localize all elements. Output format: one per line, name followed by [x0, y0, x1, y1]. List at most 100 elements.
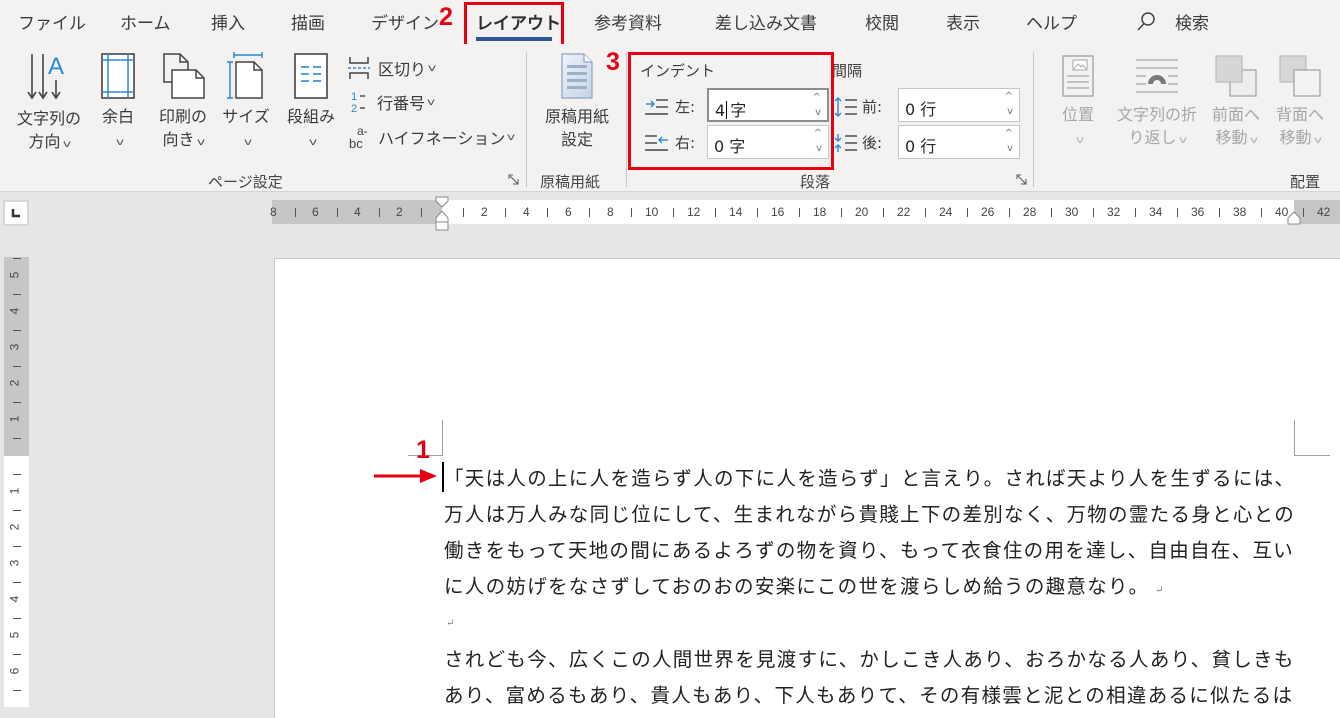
tab-mailings[interactable]: 差し込み文書 [715, 9, 817, 34]
orientation-button[interactable]: 印刷の 向き v [152, 52, 214, 154]
line-numbers-button[interactable]: 12 行番号 v [350, 90, 435, 114]
spacing-before-label: 前: [834, 96, 882, 117]
chevron-down-icon: v [507, 131, 516, 143]
tab-file[interactable]: ファイル [18, 9, 86, 34]
ruler-tick-mark [13, 366, 21, 367]
tab-home[interactable]: ホーム [120, 9, 171, 34]
spacing-before-text: 前: [862, 98, 883, 116]
arrange-group-label: 配置 [1290, 173, 1321, 191]
chevron-down-icon: v [1249, 135, 1258, 146]
tab-review[interactable]: 校閲 [865, 9, 899, 34]
paragraph-group-label: 段落 [800, 173, 831, 191]
ruler-tick-label: 1 [7, 415, 22, 423]
ruler-tick-label: 8 [270, 205, 277, 219]
chevron-down-icon: v [196, 137, 205, 148]
crop-mark [442, 420, 443, 456]
hyphenation-button[interactable]: a-bc ハイフネーション v [348, 124, 516, 150]
hanging-indent-marker [435, 210, 449, 223]
group-separator [1033, 52, 1034, 187]
paragraph-mark-icon: ↵ [1155, 585, 1165, 596]
tab-help[interactable]: ヘルプ [1026, 9, 1077, 34]
ruler-tick-label: 3 [7, 559, 22, 567]
spacing-after-value: 0 行 [905, 137, 937, 156]
ruler-tick-label: 28 [1023, 205, 1037, 219]
ruler-tick-mark [13, 546, 21, 547]
ruler-tick-mark [673, 208, 674, 217]
ruler-tick-mark [589, 208, 590, 217]
paragraph-1-line-2: 万人は万人みな同じ位にして、生まれながら貴賤上下の差別なく、万物の霊たる身と心と… [444, 503, 1296, 526]
spacing-before-input[interactable]: 0 行 ^ v [898, 88, 1020, 122]
chevron-down-icon: v [243, 137, 252, 148]
ruler-tick-mark [799, 208, 800, 217]
tab-view[interactable]: 表示 [946, 9, 980, 34]
margins-button[interactable]: 余白 v [96, 52, 140, 154]
ruler-tick-mark [715, 208, 716, 217]
position-button[interactable]: 位置 v [1056, 54, 1100, 152]
text-direction-button[interactable]: A 文字列の 方向 v [10, 52, 88, 156]
spacing-after-input[interactable]: 0 行 ^ v [898, 125, 1020, 159]
send-backward-button[interactable]: 背面へ 移動 v [1270, 54, 1330, 152]
columns-button[interactable]: 段組み v [282, 52, 340, 154]
tab-insert[interactable]: 挿入 [211, 9, 245, 34]
chevron-down-icon: v [115, 137, 124, 148]
ruler-tick-mark [13, 438, 21, 439]
chevron-down-icon: v [1313, 135, 1322, 146]
wrap-text-button[interactable]: 文字列の折 り返し v [1110, 54, 1204, 152]
ruler-tick-mark [1009, 208, 1010, 217]
search-icon [1137, 11, 1155, 31]
svg-text:A: A [48, 53, 64, 80]
spin-down-icon[interactable]: v [1007, 107, 1013, 117]
ruler-tick-mark [1177, 208, 1178, 217]
annotation-box-3 [628, 52, 834, 170]
spacing-before-icon [834, 96, 857, 117]
spin-up-icon[interactable]: ^ [1005, 92, 1013, 102]
ruler-tick-label: 26 [981, 205, 995, 219]
paragraph-1-line-4: に人の妨げをなさずしておのおの安楽にこの世を渡らしめ給うの趣意なり。 [444, 575, 1150, 598]
ruler-tick-mark [13, 330, 21, 331]
tab-draw[interactable]: 描画 [291, 9, 325, 34]
ruler-tick-mark [505, 208, 506, 217]
ruler-tick-label: 2 [396, 205, 403, 219]
dialog-launcher-icon [1016, 174, 1027, 185]
spacing-after-label: 後: [834, 132, 882, 153]
bring-forward-button[interactable]: 前面へ 移動 v [1206, 54, 1266, 152]
breaks-button[interactable]: 区切り v [348, 56, 436, 80]
vertical-ruler[interactable]: 5 4 3 2 1 1 2 3 4 5 6 [4, 257, 29, 707]
tab-stop-selector[interactable] [3, 200, 29, 226]
paragraph-dialog-launcher[interactable] [1016, 174, 1027, 188]
annotation-step-1: 1 [416, 436, 430, 464]
ruler-tick-mark [1135, 208, 1136, 217]
spin-down-icon[interactable]: v [1007, 144, 1013, 154]
columns-label: 段組み [286, 107, 335, 126]
spin-up-icon[interactable]: ^ [1005, 129, 1013, 139]
ruler-tick-mark [13, 474, 21, 475]
tab-references[interactable]: 参考資料 [594, 9, 662, 34]
paragraph-2-line-1: されども今、広くこの人間世界を見渡すに、かしこき人あり、おろかなる人あり、貧しき… [444, 648, 1295, 671]
spacing-heading: 間隔 [832, 62, 863, 80]
search-box[interactable]: 検索 [1135, 9, 1209, 34]
orientation-icon [163, 53, 205, 99]
annotation-step-3: 3 [606, 48, 620, 76]
ruler-tick-mark [1303, 208, 1304, 217]
ruler-tick-label: 34 [1149, 205, 1163, 219]
ruler-tick-mark [379, 208, 380, 217]
ruler-tick-label: 14 [729, 205, 743, 219]
send-backward-label-2: 移動 [1279, 128, 1312, 147]
indent-markers[interactable] [434, 196, 450, 232]
ruler-tick-label: 20 [855, 205, 869, 219]
right-indent-marker[interactable] [1286, 210, 1302, 226]
ruler-tick-label: 24 [939, 205, 953, 219]
ruler-tick-label: 6 [565, 205, 572, 219]
position-label: 位置 [1061, 105, 1094, 124]
horizontal-ruler[interactable]: 8 6 4 2 2 4 6 8 10 12 14 16 18 20 22 24 26 28 30 32 34 36 38 40… [270, 196, 1340, 231]
paragraph-1-line-3: 働きをもって天地の間にあるよろずの物を資り、もって衣食住の用を達し、自由自在、互… [444, 539, 1295, 562]
group-separator [526, 52, 527, 187]
size-button[interactable]: サイズ v [220, 52, 272, 154]
page-setup-dialog-launcher[interactable] [508, 174, 519, 188]
group-separator [626, 52, 627, 187]
chevron-down-icon: v [62, 139, 71, 150]
margins-icon [101, 53, 135, 99]
line-numbers-label: 行番号 [377, 94, 426, 113]
spacing-after-icon [834, 133, 857, 152]
tab-design[interactable]: デザイン [371, 9, 439, 34]
